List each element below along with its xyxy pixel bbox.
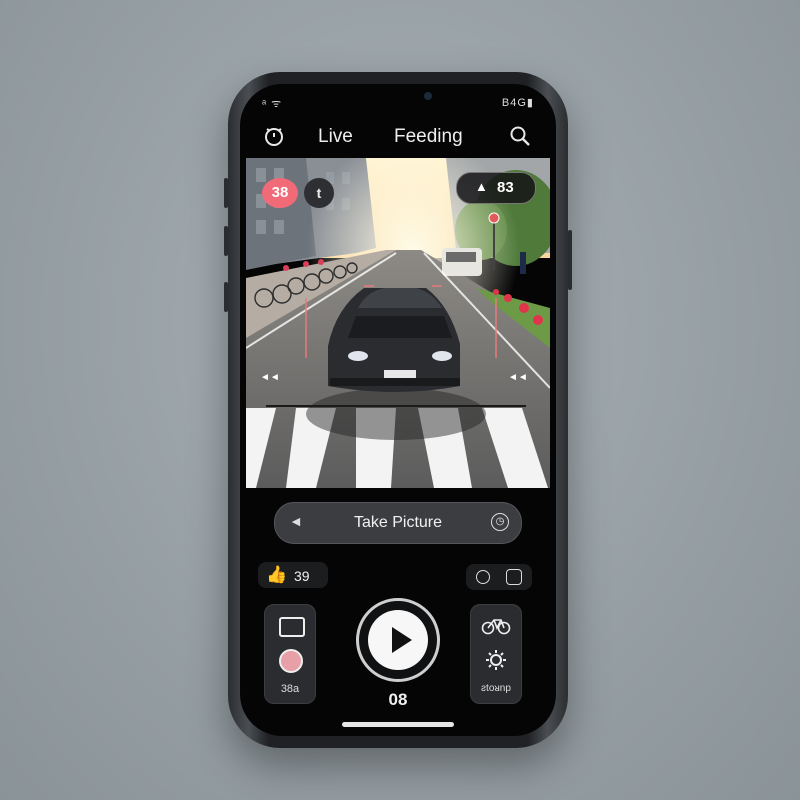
home-indicator[interactable] [342, 722, 454, 727]
camera-icon[interactable] [279, 617, 305, 637]
search-icon[interactable] [508, 124, 532, 148]
bicycle-icon[interactable] [481, 615, 511, 640]
volume-down-button [224, 226, 228, 256]
street-scene: ◄◄ ◄◄ [246, 158, 550, 488]
small-controls [466, 564, 532, 590]
live-camera-feed[interactable]: ◄◄ ◄◄ 38 t ▲ 83 [246, 158, 550, 488]
record-badge[interactable]: 38 [262, 178, 298, 208]
title-feeding: Feeding [394, 126, 463, 147]
volume-up-button [224, 178, 228, 208]
left-tile-label: 38a [280, 683, 300, 695]
right-tile-label: ƨtoᴚnp [481, 683, 511, 694]
bottom-count: 08 [388, 690, 408, 709]
alert-count: 83 [497, 179, 514, 196]
camera-timer-icon[interactable] [262, 124, 286, 148]
title-live: Live [318, 126, 353, 147]
alert-pill[interactable]: ▲ 83 [456, 172, 536, 204]
play-icon [392, 627, 412, 653]
like-button[interactable]: 👍 39 [258, 562, 328, 588]
secondary-badge[interactable]: t [304, 178, 334, 208]
power-button [568, 230, 572, 290]
thumbs-up-icon: 👍 [266, 565, 288, 584]
record-dot-icon[interactable] [476, 570, 490, 584]
camera-controls: ◄ Take Picture ◷ 👍 39 38a 08 ƨtoᴚnp [240, 488, 556, 736]
take-picture-button[interactable]: ◄ Take Picture ◷ [274, 502, 522, 544]
status-left: ᵃ ᯤ [262, 98, 283, 110]
like-count: 39 [294, 568, 310, 584]
svg-text:◄◄: ◄◄ [508, 372, 528, 383]
record-icon[interactable] [279, 649, 303, 673]
left-control-tile[interactable]: 38a [264, 604, 316, 704]
person-icon: ▲ [475, 179, 488, 194]
right-control-tile[interactable]: ƨtoᴚnp [470, 604, 522, 704]
app-header: Live Feeding [240, 118, 556, 154]
play-button-inner [368, 610, 428, 670]
take-picture-label: Take Picture [353, 514, 443, 531]
phone-screen: ᵃ ᯤ B4G▮ Live Feeding ◄◄ ◄◄ 38 t ▲ 83 ◄ … [240, 84, 556, 736]
svg-text:◄◄: ◄◄ [260, 372, 280, 383]
lens-icon[interactable] [506, 569, 522, 585]
notch [320, 84, 476, 110]
status-right: B4G▮ [501, 97, 534, 109]
front-camera [424, 92, 432, 100]
timer-icon[interactable]: ◷ [491, 513, 509, 531]
mute-switch [224, 282, 228, 312]
settings-gear-icon[interactable] [485, 649, 507, 676]
play-button[interactable] [356, 598, 440, 682]
